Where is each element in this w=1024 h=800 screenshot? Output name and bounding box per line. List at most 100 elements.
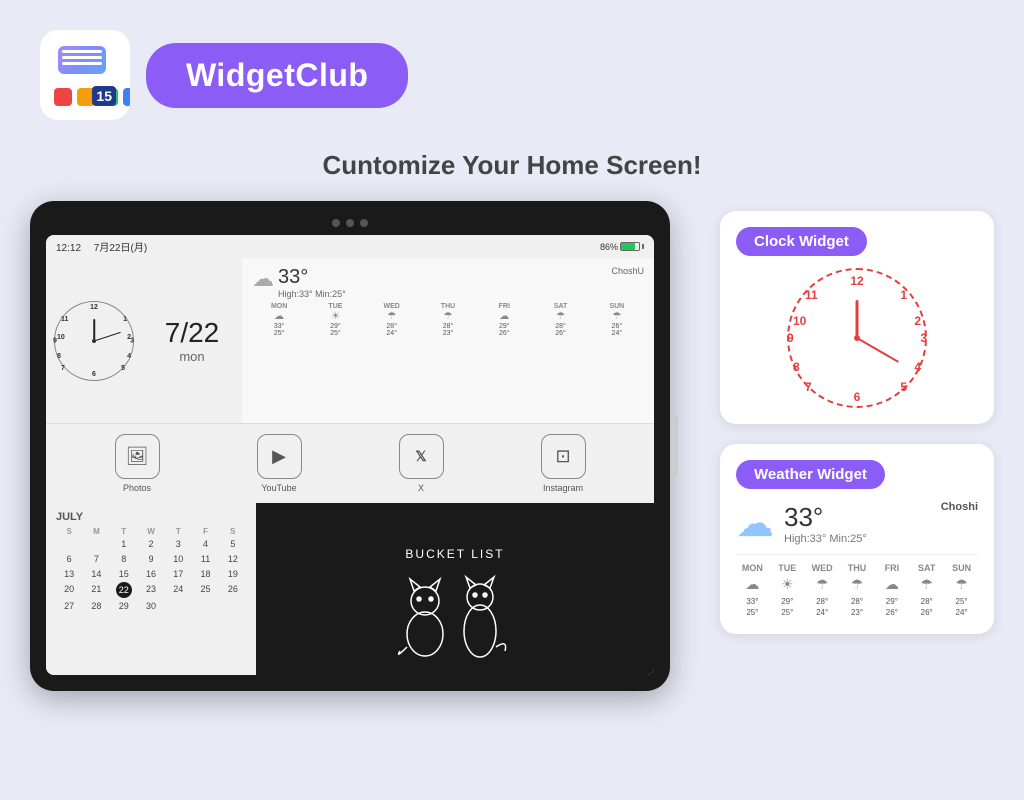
cam-dot-3: [360, 219, 368, 227]
big-clock-num-8: 8: [793, 360, 800, 374]
logo-lines-icon: [58, 46, 106, 74]
cal-header-f: F: [192, 527, 218, 536]
dot-blue-icon: [123, 88, 130, 106]
tablet-weather-cell: ☁ 33° High:33° Min:25° ChoshU: [242, 258, 654, 423]
weather-temp-big: 33°: [784, 502, 867, 533]
app-instagram[interactable]: ⊡ Instagram: [541, 434, 586, 493]
apps-row: 🖼 Photos ▶ YouTube 𝕏 X ⊡ Instagram: [46, 423, 654, 503]
cal-header-m: M: [83, 527, 109, 536]
big-clock-num-7: 7: [805, 380, 812, 394]
clock-num-6: 6: [92, 371, 96, 378]
weather-day-fri: FRI ☁ 29°26°: [477, 303, 531, 337]
main-content: 12:12 7月22日(月) 86%: [0, 201, 1024, 691]
weather-widget-left: ☁ 33° High:33° Min:25°: [736, 501, 867, 546]
big-clock-num-5: 5: [900, 380, 907, 394]
weather-hilo-big: High:33° Min:25°: [784, 533, 867, 545]
clock-num-3: 3: [130, 337, 134, 344]
forecast-sun: SUN ☂ 25°24°: [945, 563, 978, 618]
tablet-weather-location: ChoshU: [611, 266, 644, 276]
calendar-grid: S M T W T F S 1 2 3: [56, 527, 246, 613]
hour-hand-small: [93, 319, 95, 341]
calendar-today: 22: [116, 582, 132, 598]
cal-header-s: S: [56, 527, 82, 536]
x-icon: 𝕏: [399, 434, 444, 479]
forecast-fri: FRI ☁ 29°26°: [875, 563, 908, 618]
tablet-wrapper: 12:12 7月22日(月) 86%: [30, 201, 690, 691]
right-panel: Clock Widget 12 1 2 3 4 5 6 7 8 9 10 11: [720, 201, 994, 691]
clock-num-7: 7: [61, 365, 65, 372]
header: 15 WidgetClub: [0, 0, 1024, 140]
cal-header-t2: T: [165, 527, 191, 536]
big-clock-num-9: 9: [787, 331, 794, 345]
tablet-weather-days: MON ☁ 33°25° TUE ☀ 29°25° WED: [252, 303, 644, 337]
big-clock-num-4: 4: [914, 360, 921, 374]
weather-day-thu: THU ☂ 28°23°: [421, 303, 475, 337]
youtube-icon: ▶: [257, 434, 302, 479]
scroll-indicator: [674, 416, 678, 476]
cal-header-t: T: [111, 527, 137, 536]
big-clock-num-11: 11: [805, 288, 818, 302]
battery-tip: [642, 244, 644, 249]
calendar-section: JULY S M T W T F S 1: [46, 503, 256, 675]
forecast-thu: THU ☂ 28°23°: [841, 563, 874, 618]
weather-day-tue: TUE ☀ 29°25°: [308, 303, 362, 337]
app-x[interactable]: 𝕏 X: [399, 434, 444, 493]
cam-dot-2: [346, 219, 354, 227]
tablet-hilo: High:33° Min:25°: [278, 289, 346, 299]
instagram-icon: ⊡: [541, 434, 586, 479]
brand-name: WidgetClub: [186, 57, 368, 93]
clock-num-4: 4: [127, 353, 131, 360]
weather-day-sat: SAT ☂ 28°26°: [533, 303, 587, 337]
clock-num-12: 12: [90, 304, 98, 311]
photos-label: Photos: [115, 483, 160, 493]
weather-widget-top: ☁ 33° High:33° Min:25° Choshi: [736, 501, 978, 546]
status-time-date: 12:12 7月22日(月): [56, 239, 147, 254]
tablet-temp: 33°: [278, 266, 346, 289]
tablet-screen: 12:12 7月22日(月) 86%: [46, 235, 654, 675]
battery-indicator: 86%: [600, 242, 644, 252]
weather-day-mon: MON ☁ 33°25°: [252, 303, 306, 337]
x-label: X: [399, 483, 444, 493]
forecast-sun-icon: ☂: [945, 576, 978, 593]
forecast-sat: SAT ☂ 28°26°: [910, 563, 943, 618]
tagline: Cuntomize Your Home Screen!: [0, 150, 1024, 181]
weather-location-big: Choshi: [941, 501, 978, 513]
logo-box: 15: [40, 30, 130, 120]
calendar-month: JULY: [56, 511, 246, 523]
big-clock-num-1: 1: [900, 288, 907, 302]
big-clock-num-12: 12: [850, 274, 863, 288]
cam-dot-1: [332, 219, 340, 227]
forecast-mon: MON ☁ 33°25°: [736, 563, 769, 618]
dot-red-icon: [54, 88, 72, 106]
logo-inner: 15: [50, 40, 120, 110]
clock-widget-card: Clock Widget 12 1 2 3 4 5 6 7 8 9 10 11: [720, 211, 994, 424]
bucket-list-section: Bucket List: [256, 503, 654, 675]
cal-header-w: W: [138, 527, 164, 536]
battery-fill: [621, 243, 635, 250]
forecast-tue-icon: ☀: [771, 576, 804, 593]
brand-pill: WidgetClub: [146, 43, 408, 108]
instagram-label: Instagram: [541, 483, 586, 493]
clock-num-5: 5: [121, 365, 125, 372]
bucket-list-title: Bucket List: [405, 547, 504, 561]
weather-day-wed: WED ☂ 28°24°: [365, 303, 419, 337]
weather-forecast: MON ☁ 33°25° TUE ☀ 29°25° WED ☂ 28°24° T…: [736, 554, 978, 618]
big-clock-num-2: 2: [914, 314, 921, 328]
tablet-analog-clock: 12 1 2 3 4 5 6 7 8 9 10 11: [54, 301, 134, 381]
big-center-dot: [854, 335, 860, 341]
clock-num-8: 8: [57, 353, 61, 360]
tablet-clock-cell: 12 1 2 3 4 5 6 7 8 9 10 11: [46, 258, 142, 423]
app-youtube[interactable]: ▶ YouTube: [257, 434, 302, 493]
tablet-cloud-icon: ☁: [252, 266, 274, 292]
weather-cloud-icon: ☁: [736, 501, 774, 546]
big-hour-hand: [856, 300, 859, 338]
forecast-wed: WED ☂ 28°24°: [806, 563, 839, 618]
app-photos[interactable]: 🖼 Photos: [115, 434, 160, 493]
forecast-sat-icon: ☂: [910, 576, 943, 593]
weather-widget-label: Weather Widget: [736, 460, 885, 489]
tablet-device: 12:12 7月22日(月) 86%: [30, 201, 670, 691]
status-bar: 12:12 7月22日(月) 86%: [46, 235, 654, 258]
big-clock-num-10: 10: [793, 314, 806, 328]
tablet-bottom: JULY S M T W T F S 1: [46, 503, 654, 675]
forecast-tue: TUE ☀ 29°25°: [771, 563, 804, 618]
